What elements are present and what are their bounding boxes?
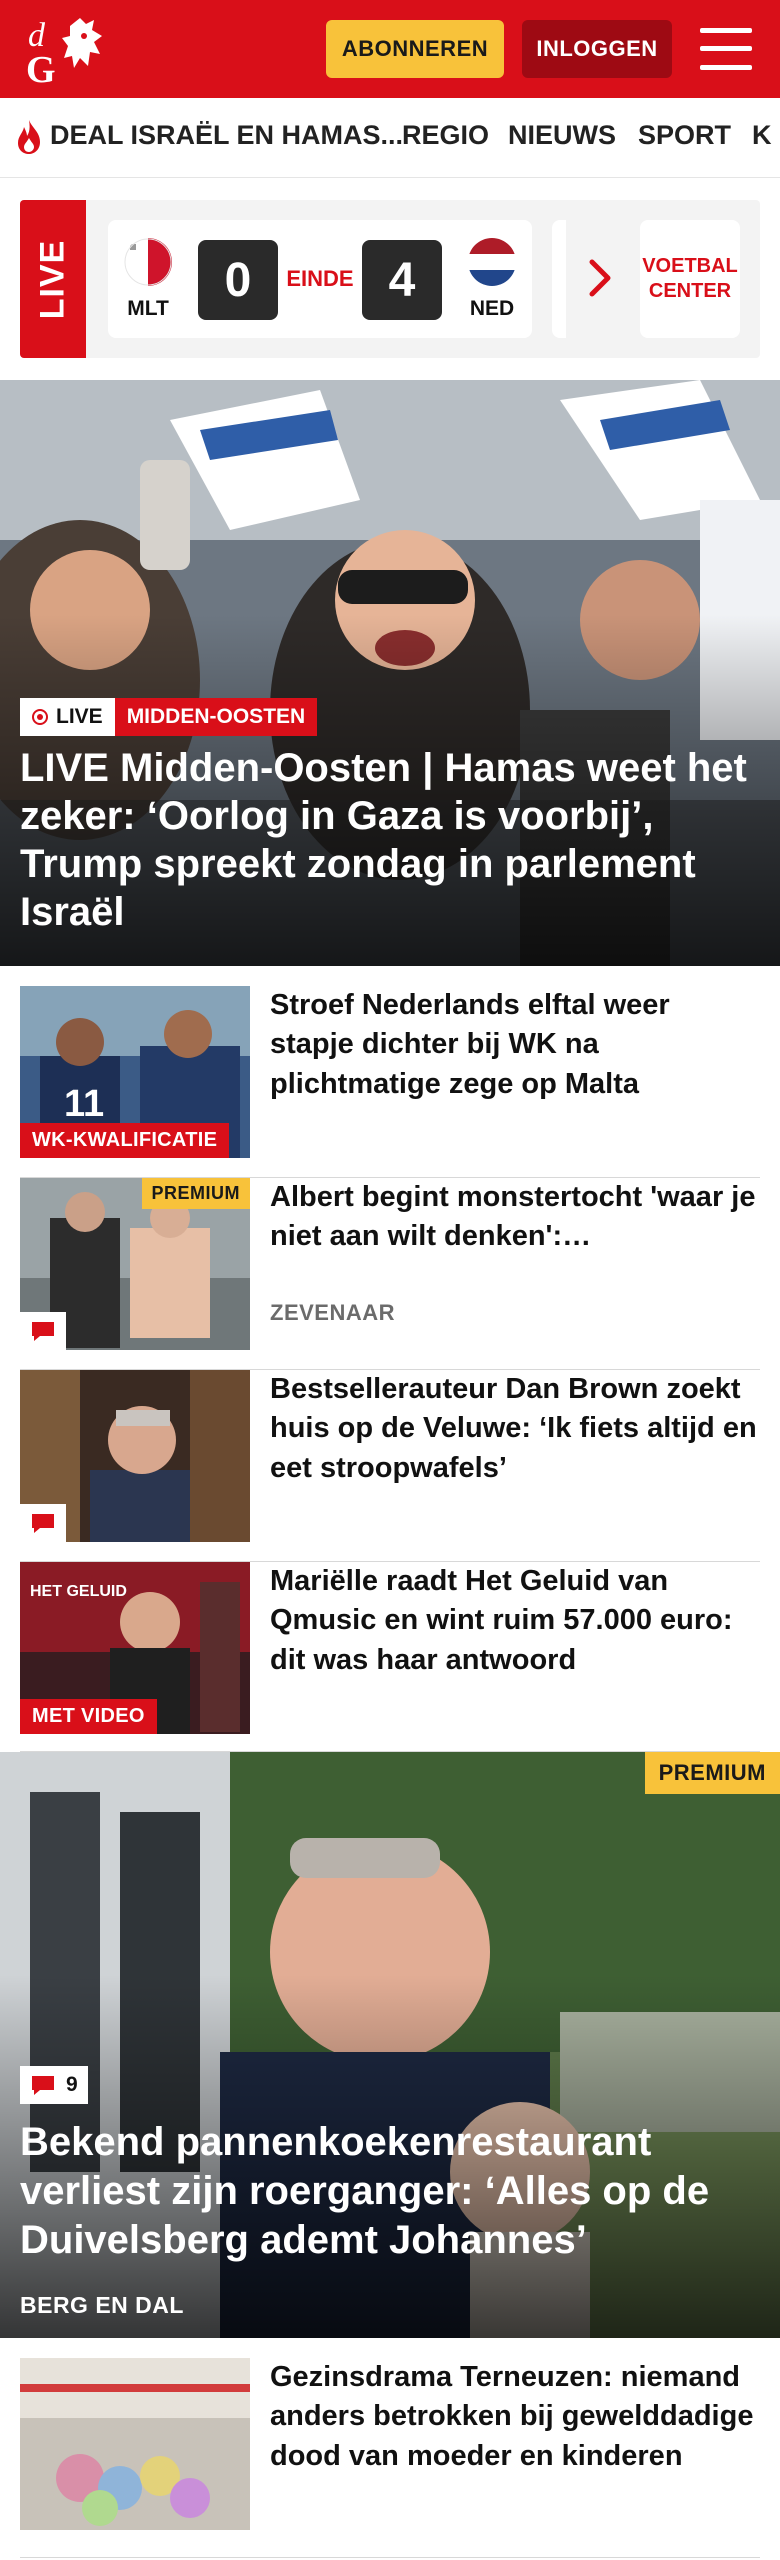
feature-title[interactable]: Bekend pannenkoekenrestaurant verliest z… xyxy=(20,2118,760,2266)
category-label: WK-KWALIFICATIE xyxy=(20,1123,230,1158)
live-dot-icon xyxy=(32,709,48,725)
article-item[interactable]: Bestsellerauteur Dan Brown zoekt huis op… xyxy=(20,1370,760,1562)
home-team-code: MLT xyxy=(127,297,169,320)
feature-article[interactable]: PREMIUM 9 Bekend pannenkoekenrestaurant … xyxy=(0,1752,780,2338)
comment-icon xyxy=(32,2076,54,2095)
article-thumbnail: PREMIUM xyxy=(20,1178,250,1350)
malta-flag-icon xyxy=(124,238,172,286)
article-title[interactable]: Stroef Nederlands elftal weer stapje dic… xyxy=(270,986,760,1104)
premium-badge: PREMIUM xyxy=(141,1178,250,1209)
home-score: 0 xyxy=(198,240,278,320)
svg-text:11: 11 xyxy=(64,1083,104,1125)
nav-item-sport[interactable]: SPORT xyxy=(638,120,731,151)
article-location: ZEVENAAR xyxy=(270,1300,396,1325)
nav-item-deal-israel[interactable]: DEAL ISRAËL EN HAMAS... xyxy=(50,120,403,151)
nav-item-regio[interactable]: REGIO xyxy=(402,120,489,151)
comment-icon xyxy=(20,1312,66,1350)
login-button[interactable]: INLOGGEN xyxy=(522,20,672,78)
live-tab: LIVE xyxy=(20,200,86,358)
thumb-text: HET GELUID xyxy=(30,1583,127,1600)
article-thumbnail: HET GELUID MET VIDEO xyxy=(20,1562,250,1734)
logo-icon[interactable]: d G xyxy=(24,12,114,88)
subscribe-button[interactable]: ABONNEREN xyxy=(326,20,504,78)
flame-icon xyxy=(18,120,40,154)
away-score: 4 xyxy=(362,240,442,320)
hero-title[interactable]: LIVE Midden-Oosten | Hamas weet het zeke… xyxy=(20,744,760,936)
article-item[interactable]: PREMIUM Albert begint monstertocht 'waar… xyxy=(20,1178,760,1370)
article-item[interactable]: 11 WK-KWALIFICATIE Stroef Nederlands elf… xyxy=(20,986,760,1178)
svg-text:G: G xyxy=(26,49,56,88)
match-card[interactable]: MLT 0 EINDE 4 NED xyxy=(108,220,532,338)
live-badge: LIVE xyxy=(20,698,115,736)
hamburger-menu-icon[interactable] xyxy=(700,28,752,70)
home-team: MLT xyxy=(118,238,178,321)
nav-item-nieuws[interactable]: NIEUWS xyxy=(508,120,616,151)
chevron-right-icon[interactable] xyxy=(588,258,612,298)
feature-location: BERG EN DAL xyxy=(20,2292,184,2318)
article-thumbnail xyxy=(20,2358,250,2530)
section-nav: DEAL ISRAËL EN HAMAS... REGIO NIEUWS SPO… xyxy=(0,98,780,178)
article-title[interactable]: Albert begint monstertocht 'waar je niet… xyxy=(270,1178,760,1257)
hero-article[interactable]: LIVE MIDDEN-OOSTEN LIVE Midden-Oosten | … xyxy=(0,380,780,966)
nav-item-partial[interactable]: K xyxy=(752,120,772,151)
article-item[interactable]: Gezinsdrama Terneuzen: niemand anders be… xyxy=(20,2358,760,2558)
netherlands-flag-icon xyxy=(468,238,516,286)
comment-count-badge[interactable]: 9 xyxy=(20,2066,88,2104)
article-title[interactable]: Gezinsdrama Terneuzen: niemand anders be… xyxy=(270,2358,760,2476)
site-header: d G ABONNEREN INLOGGEN xyxy=(0,0,780,98)
article-thumbnail xyxy=(20,1370,250,1542)
category-badge: MIDDEN-OOSTEN xyxy=(114,698,318,736)
category-label: MET VIDEO xyxy=(20,1699,157,1734)
premium-badge: PREMIUM xyxy=(644,1752,780,1794)
voetbal-center-link[interactable]: VOETBAL CENTER xyxy=(640,220,740,338)
match-status: EINDE xyxy=(286,266,354,291)
article-thumbnail: 11 WK-KWALIFICATIE xyxy=(20,986,250,1158)
hero-badges: LIVE MIDDEN-OOSTEN xyxy=(20,698,318,736)
comment-icon xyxy=(20,1504,66,1542)
article-title[interactable]: Mariëlle raadt Het Geluid van Qmusic en … xyxy=(270,1562,760,1680)
article-title[interactable]: Bestsellerauteur Dan Brown zoekt huis op… xyxy=(270,1370,760,1488)
live-scores-widget: LIVE MLT 0 EINDE 4 NED VOETBAL CENTER xyxy=(20,200,760,358)
article-item[interactable]: HET GELUID MET VIDEO Mariëlle raadt Het … xyxy=(20,1562,760,1752)
next-match-card[interactable] xyxy=(552,220,566,338)
away-team-code: NED xyxy=(469,297,515,320)
away-team: NED xyxy=(462,238,522,321)
